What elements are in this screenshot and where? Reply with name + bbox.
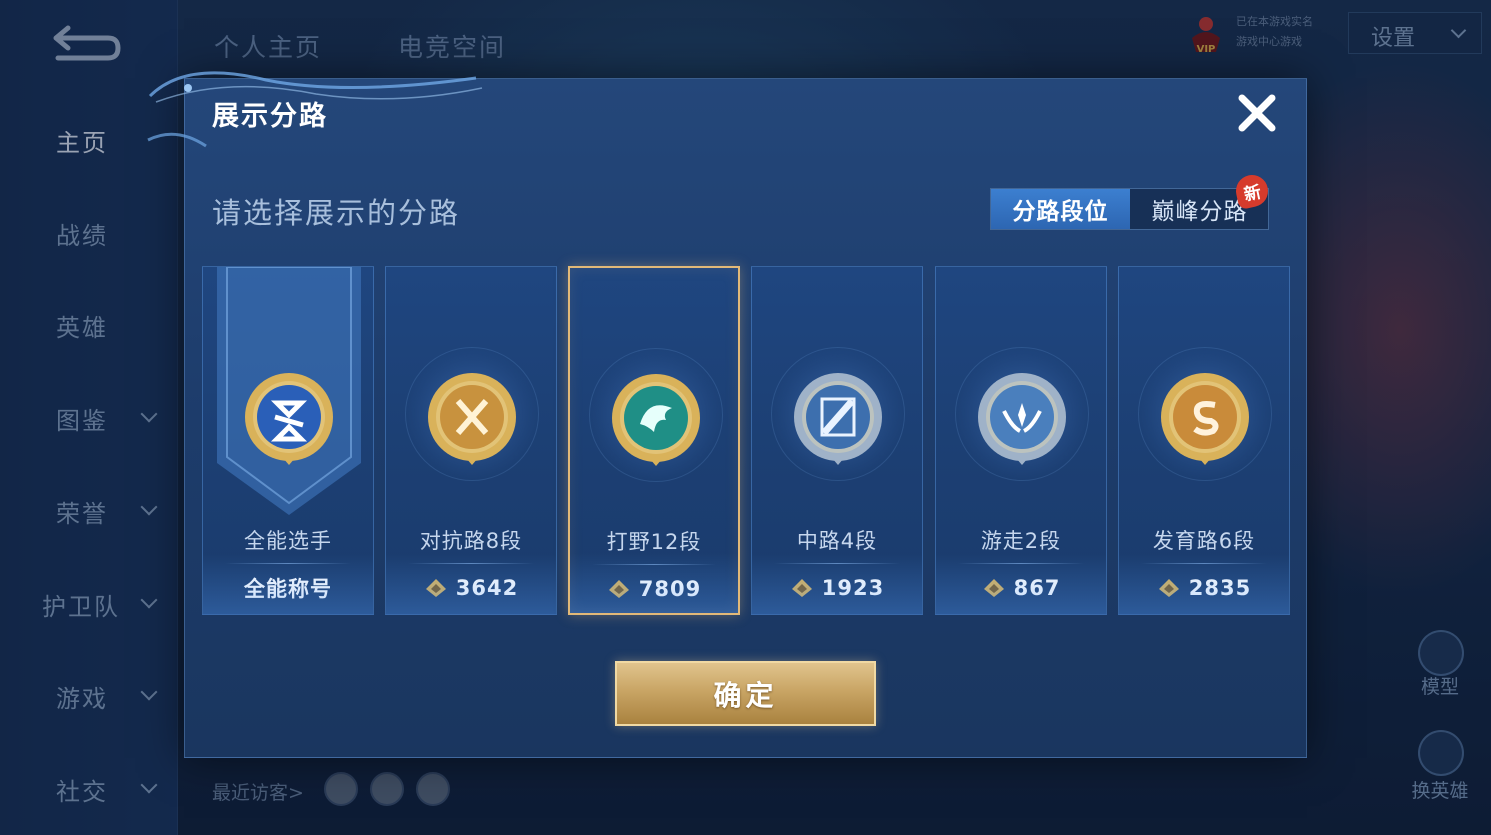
lane-card[interactable]: 全能选手全能称号 [202,266,374,615]
mid-lane-badge-icon [794,373,882,465]
lane-name: 对抗路8段 [419,529,523,553]
close-icon[interactable] [1236,92,1278,134]
tab-lane-rank[interactable]: 分路段位 [991,189,1130,229]
jungle-lane-badge-icon [612,374,700,466]
lane-name: 中路4段 [796,529,878,553]
lane-name: 游走2段 [980,529,1062,553]
lane-mode-toggle: 分路段位 巅峰分路 [990,188,1269,230]
dialog-title: 展示分路 [212,101,328,132]
card-bottom-glow [1119,554,1289,614]
lane-name: 发育路6段 [1152,529,1256,553]
lane-select-prompt: 请选择展示的分路 [212,196,461,230]
lane-card[interactable]: 对抗路8段3642 [385,266,557,615]
lane-name: 全能选手 [244,529,332,553]
confirm-button[interactable]: 确定 [615,661,876,726]
lane-name: 打野12段 [606,530,702,554]
allround-lane-badge-icon [245,373,333,465]
lane-card[interactable]: 打野12段7809 [568,266,740,615]
card-bottom-glow [570,553,738,613]
lane-card[interactable]: 发育路6段2835 [1118,266,1290,615]
lane-card[interactable]: 游走2段867 [935,266,1107,615]
roam-lane-badge-icon [978,373,1066,465]
card-bottom-glow [752,554,922,614]
card-bottom-glow [936,554,1106,614]
clash-lane-badge-icon [428,373,516,465]
lane-card[interactable]: 中路4段1923 [751,266,923,615]
card-bottom-glow [386,554,556,614]
card-bottom-glow [203,554,373,614]
farm-lane-badge-icon [1161,373,1249,465]
